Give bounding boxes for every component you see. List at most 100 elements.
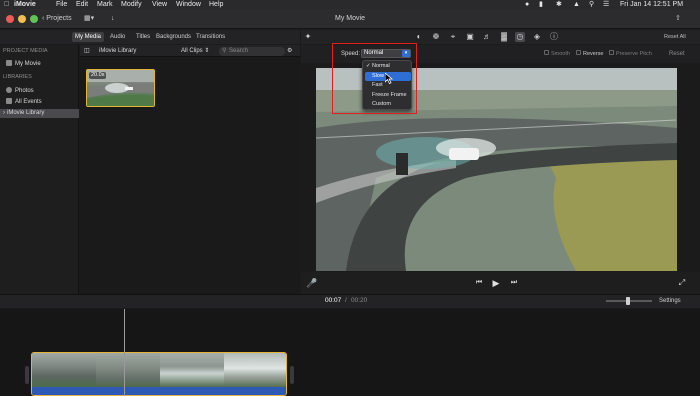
film-icon — [6, 60, 12, 66]
search-input[interactable]: ⚲ Search — [219, 47, 285, 56]
tab-titles[interactable]: Titles — [133, 32, 153, 42]
sidebar-item-imovie-library[interactable]: › iMovie Library — [0, 109, 79, 118]
sidebar-item-label: iMovie Library — [7, 110, 45, 116]
clip-filmstrip-frame — [224, 353, 286, 387]
speed-option-freeze-frame[interactable]: Freeze Frame — [365, 91, 411, 100]
reset-all-button[interactable]: Reset All — [664, 32, 686, 42]
smooth-checkbox[interactable]: Smooth — [544, 50, 570, 58]
play-icon[interactable]: ▶ — [490, 277, 502, 289]
tab-backgrounds[interactable]: Backgrounds — [153, 32, 194, 42]
skip-back-icon[interactable]: ⏮ — [473, 277, 485, 289]
timeline-settings-button[interactable]: Settings — [659, 297, 681, 305]
noise-reduction-icon[interactable]: ▓ — [499, 32, 509, 42]
sidebar-toggle-icon[interactable]: ◫ — [84, 45, 90, 57]
speed-icon[interactable]: ◷ — [515, 32, 525, 42]
record-icon[interactable]: ● — [525, 0, 529, 9]
fullscreen-icon[interactable]: ⤢ — [676, 277, 688, 289]
stabilization-icon[interactable]: ▣ — [465, 32, 475, 42]
browser-settings-icon[interactable]: ⚙ — [287, 45, 292, 57]
share-icon[interactable]: ⇧ — [675, 13, 681, 25]
apple-icon[interactable]:  — [4, 0, 9, 9]
skip-forward-icon[interactable]: ⏭ — [508, 277, 520, 289]
tab-audio[interactable]: Audio — [107, 32, 128, 42]
clock[interactable]: Fri Jan 14 12:51 PM — [620, 0, 683, 9]
search-icon: ⚲ — [222, 48, 227, 54]
preserve-pitch-label: Preserve Pitch — [616, 51, 652, 57]
mouse-cursor-icon — [385, 73, 393, 84]
menu-view[interactable]: View — [152, 0, 167, 9]
speed-label: Speed: — [341, 51, 361, 57]
smooth-label: Smooth — [551, 51, 570, 57]
speed-select[interactable]: Normal ▾ — [361, 49, 411, 58]
speed-option-normal[interactable]: ✓ Normal — [365, 62, 411, 71]
browser-tab-bar: My Media Audio Titles Backgrounds Transi… — [0, 30, 300, 44]
media-clip-thumbnail[interactable]: 20.0s — [86, 69, 155, 107]
chevron-left-icon: ‹ — [42, 15, 45, 22]
control-center-icon[interactable]: ☰ — [603, 0, 609, 9]
zoom-window-button[interactable] — [30, 15, 38, 23]
menu-help[interactable]: Help — [209, 0, 223, 9]
bluetooth-icon[interactable]: ✱ — [556, 0, 562, 9]
speed-option-custom[interactable]: Custom — [365, 100, 411, 109]
checkmark-icon: ✓ — [366, 63, 371, 69]
clip-filter-select[interactable]: All Clips ⇕ — [181, 45, 209, 57]
sidebar-item-my-movie[interactable]: My Movie — [6, 60, 76, 69]
photos-icon — [6, 87, 12, 93]
timeline-scroll-handle-left[interactable] — [25, 366, 29, 384]
libraries-heading: LIBRARIES — [3, 74, 32, 80]
microphone-icon[interactable]: 🎤 — [306, 277, 318, 289]
reverse-label: Reverse — [583, 51, 604, 57]
timecode-separator: / — [345, 297, 347, 304]
menu-window[interactable]: Window — [176, 0, 201, 9]
menu-app-name[interactable]: iMovie — [14, 0, 36, 9]
project-media-heading: PROJECT MEDIA — [3, 48, 48, 54]
menu-modify[interactable]: Modify — [121, 0, 142, 9]
tab-transitions[interactable]: Transitions — [193, 32, 228, 42]
current-timecode: 00:07 — [325, 297, 342, 304]
menu-edit[interactable]: Edit — [76, 0, 88, 9]
magic-wand-icon[interactable]: ✦ — [303, 32, 313, 42]
sidebar-item-all-events[interactable]: All Events — [6, 98, 76, 107]
timeline-scroll-handle-right[interactable] — [290, 366, 294, 384]
projects-back-button[interactable]: ‹ Projects — [42, 13, 72, 25]
events-icon — [6, 98, 12, 104]
timeline-zoom-slider-knob[interactable] — [626, 297, 630, 305]
sidebar-item-photos[interactable]: Photos — [6, 87, 76, 96]
close-window-button[interactable] — [6, 15, 14, 23]
color-balance-icon[interactable]: ◐ — [414, 32, 424, 42]
spotlight-icon[interactable]: ⚲ — [589, 0, 594, 9]
disclosure-triangle-icon[interactable]: › — [3, 110, 5, 116]
checkbox-box — [609, 50, 614, 55]
reverse-checkbox[interactable]: Reverse — [576, 50, 603, 58]
menu-file[interactable]: File — [56, 0, 67, 9]
clip-filmstrip-frame — [96, 353, 160, 387]
crop-icon[interactable]: ⌖ — [448, 32, 458, 42]
wifi-icon[interactable]: ▲ — [573, 0, 580, 9]
speed-option-label: Fast — [372, 82, 383, 88]
speed-reset-button[interactable]: Reset — [669, 50, 685, 58]
media-browser-toggle-icon[interactable]: ▦▾ — [84, 13, 94, 25]
battery-icon[interactable]: ▮ — [539, 0, 543, 9]
libraries-sidebar — [0, 45, 79, 294]
playhead[interactable] — [124, 309, 125, 396]
clip-filter-value: All Clips — [181, 48, 203, 54]
preserve-pitch-checkbox[interactable]: Preserve Pitch — [609, 50, 652, 58]
speed-option-label: Freeze Frame — [372, 92, 407, 98]
volume-icon[interactable]: ♬ — [482, 32, 492, 42]
menu-bar:  iMovie File Edit Mark Modify View Wind… — [0, 0, 700, 9]
import-icon[interactable]: ↓ — [111, 13, 115, 25]
color-correction-icon[interactable]: ❁ — [431, 32, 441, 42]
chevron-down-icon: ▾ — [402, 50, 410, 57]
speed-dropdown-menu: ✓ Normal Slow Fast Freeze Frame Custom — [362, 60, 412, 110]
speed-option-label: Normal — [372, 63, 390, 69]
minimize-window-button[interactable] — [18, 15, 26, 23]
speed-select-value: Normal — [364, 50, 384, 56]
menu-mark[interactable]: Mark — [97, 0, 113, 9]
info-icon[interactable]: ⓘ — [549, 32, 559, 42]
timeline-video-clip[interactable] — [31, 352, 287, 396]
clip-filmstrip-frame — [32, 353, 96, 387]
video-overlay-icon[interactable]: ◈ — [532, 32, 542, 42]
tab-my-media[interactable]: My Media — [72, 32, 105, 42]
clip-audio-waveform — [32, 387, 286, 395]
checkbox-box — [576, 50, 581, 55]
